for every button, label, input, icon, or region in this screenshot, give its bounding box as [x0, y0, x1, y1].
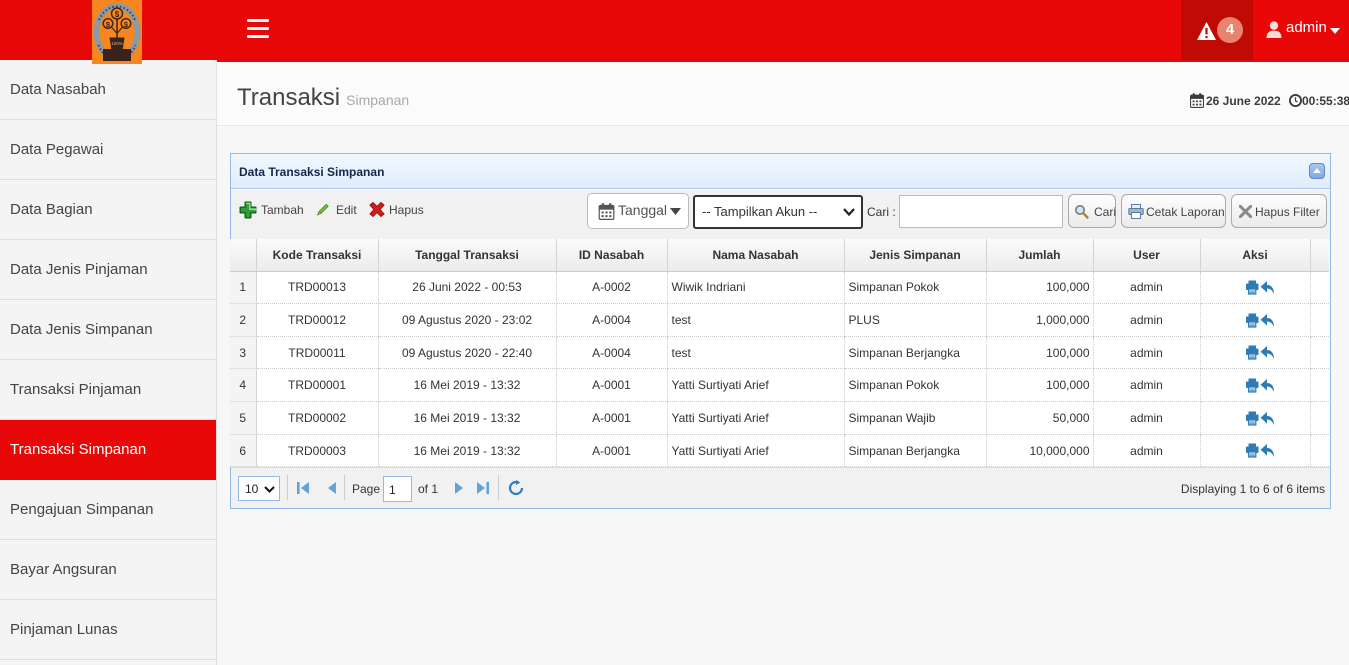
svg-text:100%: 100%: [111, 41, 123, 46]
svg-text:$: $: [115, 10, 120, 19]
